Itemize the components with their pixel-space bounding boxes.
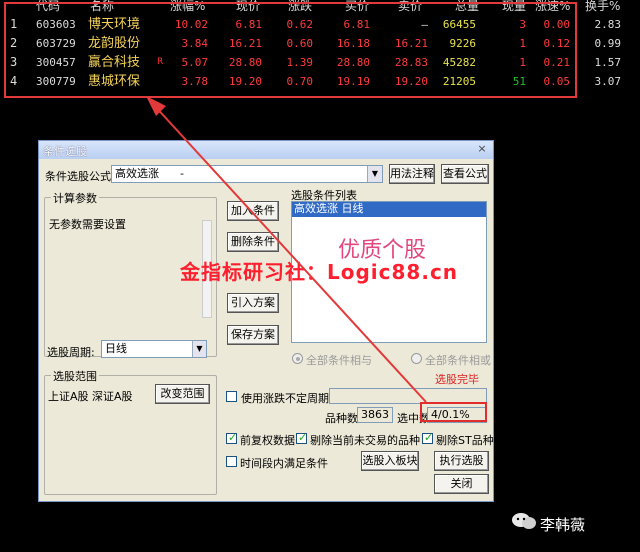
watermark-text: 金指标研习社：Logic88.cn <box>180 260 459 284</box>
params-group-title: 计算参数 <box>51 190 99 206</box>
wechat-icon <box>512 513 536 529</box>
save-plan-button[interactable]: 保存方案 <box>227 325 279 345</box>
exclude-untraded-checkbox[interactable] <box>296 431 307 444</box>
table-highlight-box <box>4 2 577 98</box>
range-group: 选股范围 上证A股 深证A股 改变范围 <box>44 368 217 495</box>
change-range-button[interactable]: 改变范围 <box>155 384 210 404</box>
use-unfixed-period-checkbox[interactable] <box>226 391 237 402</box>
stock-screener-dialog: 条件选股 × 条件选股公式 高效选涨 - ▼ 用法注释 查看公式 计算参数 无参… <box>38 140 494 502</box>
formula-value: 高效选涨 <box>115 167 159 180</box>
radio-all-and-label: 全部条件相与 <box>306 354 372 367</box>
time-satisfy-checkbox[interactable] <box>226 456 237 467</box>
delete-condition-button[interactable]: 删除条件 <box>227 232 279 252</box>
forward-adjust-checkbox[interactable] <box>226 431 237 444</box>
radio-all-or[interactable] <box>411 353 422 364</box>
time-satisfy-label: 时间段内满足条件 <box>240 457 328 470</box>
selected-count-highlight <box>420 402 487 422</box>
usage-note-button[interactable]: 用法注释 <box>389 164 435 184</box>
close-button[interactable]: 关闭 <box>434 474 489 494</box>
header-turnover[interactable]: 换手% <box>585 0 620 14</box>
cell-turnover: 1.57 <box>594 56 622 69</box>
chevron-down-icon[interactable]: ▼ <box>367 166 382 182</box>
range-group-title: 选股范围 <box>51 368 99 384</box>
execute-button[interactable]: 执行选股 <box>434 451 489 471</box>
author-name: 李韩薇 <box>540 516 586 534</box>
exclude-st-checkbox[interactable] <box>422 431 433 444</box>
params-text: 无参数需要设置 <box>49 218 126 231</box>
formula-select[interactable]: 高效选涨 - ▼ <box>111 165 383 183</box>
cell-turnover: 3.07 <box>594 75 622 88</box>
exclude-untraded-label: 剔除当前未交易的品种 <box>310 434 420 447</box>
dialog-title: 条件选股 <box>43 145 87 158</box>
period-select[interactable]: 日线 ▼ <box>101 340 207 358</box>
import-plan-button[interactable]: 引入方案 <box>227 293 279 313</box>
dialog-titlebar[interactable]: 条件选股 × <box>39 141 493 159</box>
formula-separator: - <box>180 167 184 180</box>
cell-turnover: 2.83 <box>594 18 622 31</box>
done-status: 选股完毕 <box>435 373 479 386</box>
formula-label: 条件选股公式 <box>45 170 111 183</box>
use-unfixed-period-label: 使用涨跌不定周期 <box>241 392 329 405</box>
to-block-button[interactable]: 选股入板块 <box>361 451 419 471</box>
period-value: 日线 <box>105 342 127 355</box>
radio-all-and[interactable] <box>292 353 303 364</box>
forward-adjust-label: 前复权数据 <box>240 434 295 447</box>
view-formula-button[interactable]: 查看公式 <box>441 164 489 184</box>
cell-turnover: 0.99 <box>594 37 622 50</box>
radio-all-or-label: 全部条件相或 <box>425 354 491 367</box>
close-icon[interactable]: × <box>475 142 489 156</box>
range-text: 上证A股 深证A股 <box>48 390 133 403</box>
add-condition-button[interactable]: 加入条件 <box>227 201 279 221</box>
count-field: 3863 <box>357 407 393 423</box>
period-label: 选股周期: <box>47 346 95 359</box>
count-label: 品种数 <box>325 412 358 425</box>
exclude-st-label: 剔除ST品种 <box>436 434 494 447</box>
period-chevron-down-icon[interactable]: ▼ <box>192 341 206 357</box>
condition-list-item[interactable]: 高效选涨 日线 <box>292 202 486 217</box>
